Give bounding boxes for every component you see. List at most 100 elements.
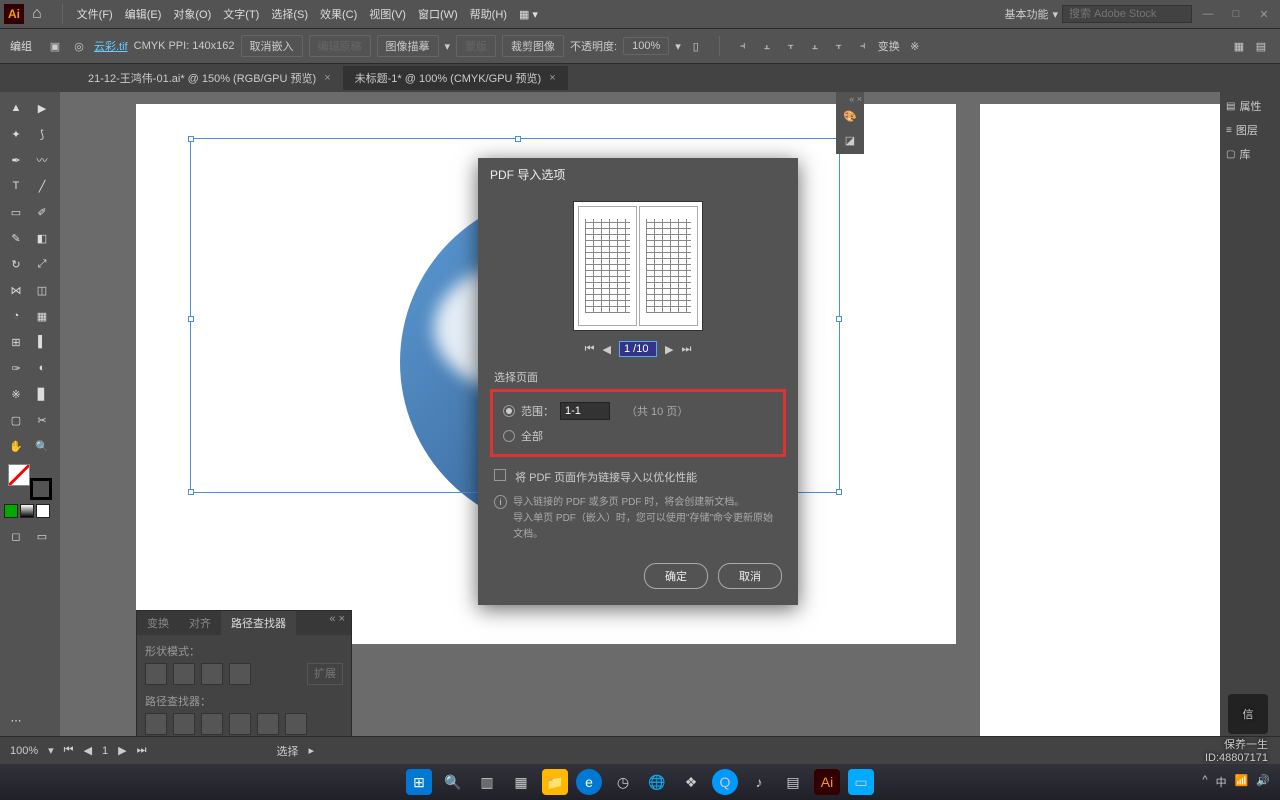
volume-icon[interactable]: 🔊	[1256, 774, 1270, 790]
layout-icon[interactable]: ▦ ▾	[513, 8, 544, 21]
home-icon[interactable]: ⌂	[32, 5, 42, 23]
rectangle-tool[interactable]: ▭	[4, 200, 28, 224]
tab-close-icon[interactable]: ×	[324, 72, 330, 84]
minus-front-icon[interactable]	[173, 663, 195, 685]
opacity-value[interactable]: 100%	[623, 37, 669, 55]
target-icon[interactable]: ◎	[70, 37, 88, 55]
edit-toolbar[interactable]: ⋯	[4, 708, 28, 732]
range-radio[interactable]	[503, 405, 515, 417]
scale-tool[interactable]: ⤢	[30, 252, 54, 276]
panel-icon[interactable]: ▦	[1230, 37, 1248, 55]
menu-view[interactable]: 视图(V)	[363, 6, 412, 22]
embed-icon[interactable]: ▣	[46, 37, 64, 55]
tab-transform[interactable]: 变换	[137, 611, 179, 635]
app-icon[interactable]: ◷	[610, 769, 636, 795]
type-tool[interactable]: T	[4, 174, 28, 198]
fill-swatch[interactable]	[8, 464, 30, 486]
shape-builder-tool[interactable]: ◔	[4, 304, 28, 328]
artboard-tool[interactable]: ▢	[4, 408, 28, 432]
app-icon[interactable]: ♪	[746, 769, 772, 795]
blend-tool[interactable]: ◐	[30, 356, 54, 380]
image-trace-button[interactable]: 图像描摹	[377, 35, 439, 57]
align-top-icon[interactable]: ⫠	[806, 37, 824, 55]
app-icon[interactable]: Q	[712, 769, 738, 795]
color-swatch[interactable]	[4, 504, 18, 518]
menu-help[interactable]: 帮助(H)	[464, 6, 513, 22]
hand-tool[interactable]: ✋	[4, 434, 28, 458]
menu-object[interactable]: 对象(O)	[167, 6, 217, 22]
prev-page-icon[interactable]: ◀	[603, 343, 611, 356]
menu-edit[interactable]: 编辑(E)	[119, 6, 168, 22]
align-left-icon[interactable]: ⫞	[734, 37, 752, 55]
zoom-level[interactable]: 100%	[10, 745, 38, 757]
gradient-swatch[interactable]	[20, 504, 34, 518]
pen-tool[interactable]: ✒	[4, 148, 28, 172]
chrome-icon[interactable]: 🌐	[644, 769, 670, 795]
curvature-tool[interactable]: 〰	[30, 148, 54, 172]
eraser-tool[interactable]: ◧	[30, 226, 54, 250]
magic-wand-tool[interactable]: ✦	[4, 122, 28, 146]
tab-align[interactable]: 对齐	[179, 611, 221, 635]
all-radio[interactable]	[503, 430, 515, 442]
start-icon[interactable]: ⊞	[406, 769, 432, 795]
app-icon[interactable]: ▭	[848, 769, 874, 795]
linked-file[interactable]: 云彩.tif	[94, 38, 128, 54]
panel-menu-icon[interactable]: « ×	[323, 611, 351, 635]
selection-tool[interactable]: ▲	[4, 96, 28, 120]
lasso-tool[interactable]: ⟆	[30, 122, 54, 146]
zoom-tool[interactable]: 🔍	[30, 434, 54, 458]
chevron-down-icon[interactable]: ▾	[675, 40, 681, 53]
last-page-icon[interactable]: ⏭	[681, 343, 691, 356]
gradient-tool[interactable]: ▌	[30, 330, 54, 354]
workspace-switcher[interactable]: 基本功能	[1004, 6, 1048, 22]
menu-type[interactable]: 文字(T)	[217, 6, 265, 22]
color-icon[interactable]: 🎨	[838, 104, 862, 128]
line-tool[interactable]: ╱	[30, 174, 54, 198]
illustrator-icon[interactable]: Ai	[814, 769, 840, 795]
tray-chevron-icon[interactable]: ^	[1202, 774, 1207, 790]
menu-effect[interactable]: 效果(C)	[314, 6, 363, 22]
pathfinder-panel[interactable]: 变换 对齐 路径查找器 « × 形状模式： 扩展 路径查找器：	[136, 610, 352, 736]
eyedropper-tool[interactable]: ✑	[4, 356, 28, 380]
document-tab[interactable]: 未标题-1* @ 100% (CMYK/GPU 预览) ×	[343, 66, 568, 90]
perspective-tool[interactable]: ▦	[30, 304, 54, 328]
align-icon[interactable]: ▯	[687, 37, 705, 55]
first-page-icon[interactable]: ⏮	[585, 343, 595, 356]
align-right-icon[interactable]: ⫟	[782, 37, 800, 55]
panel-layers[interactable]: ≡ 图层	[1226, 122, 1274, 138]
menu-window[interactable]: 窗口(W)	[412, 6, 464, 22]
align-middle-icon[interactable]: ⫟	[830, 37, 848, 55]
document-tab[interactable]: 21-12-王鸿伟-01.ai* @ 150% (RGB/GPU 预览) ×	[76, 66, 343, 90]
range-input[interactable]	[560, 402, 610, 420]
align-center-icon[interactable]: ⫠	[758, 37, 776, 55]
slice-tool[interactable]: ✂	[30, 408, 54, 432]
next-artboard-icon[interactable]: ▶	[118, 744, 126, 757]
brush-tool[interactable]: ✐	[30, 200, 54, 224]
rotate-tool[interactable]: ↻	[4, 252, 28, 276]
intersect-icon[interactable]	[201, 663, 223, 685]
transform-label[interactable]: 变换	[878, 38, 900, 54]
next-page-icon[interactable]: ▶	[665, 343, 673, 356]
panel-icon[interactable]: ▤	[1252, 37, 1270, 55]
tab-pathfinder[interactable]: 路径查找器	[221, 611, 296, 635]
free-transform-tool[interactable]: ◫	[30, 278, 54, 302]
shaper-tool[interactable]: ✎	[4, 226, 28, 250]
direct-selection-tool[interactable]: ▶	[30, 96, 54, 120]
ok-button[interactable]: 确定	[644, 563, 708, 589]
search-input[interactable]	[1062, 5, 1192, 23]
stroke-swatch[interactable]	[30, 478, 52, 500]
transform-icon[interactable]: ※	[906, 37, 924, 55]
panel-properties[interactable]: ▤ 属性	[1226, 98, 1274, 114]
width-tool[interactable]: ⋈	[4, 278, 28, 302]
menu-select[interactable]: 选择(S)	[265, 6, 314, 22]
merge-icon[interactable]	[201, 713, 223, 735]
last-artboard-icon[interactable]: ⏭	[137, 744, 147, 757]
ime-icon[interactable]: 中	[1216, 774, 1227, 790]
crop-icon[interactable]	[229, 713, 251, 735]
crop-button[interactable]: 裁剪图像	[502, 35, 564, 57]
divide-icon[interactable]	[145, 713, 167, 735]
wifi-icon[interactable]: 📶	[1235, 774, 1249, 790]
taskview-icon[interactable]: ▥	[474, 769, 500, 795]
mesh-tool[interactable]: ⊞	[4, 330, 28, 354]
trim-icon[interactable]	[173, 713, 195, 735]
